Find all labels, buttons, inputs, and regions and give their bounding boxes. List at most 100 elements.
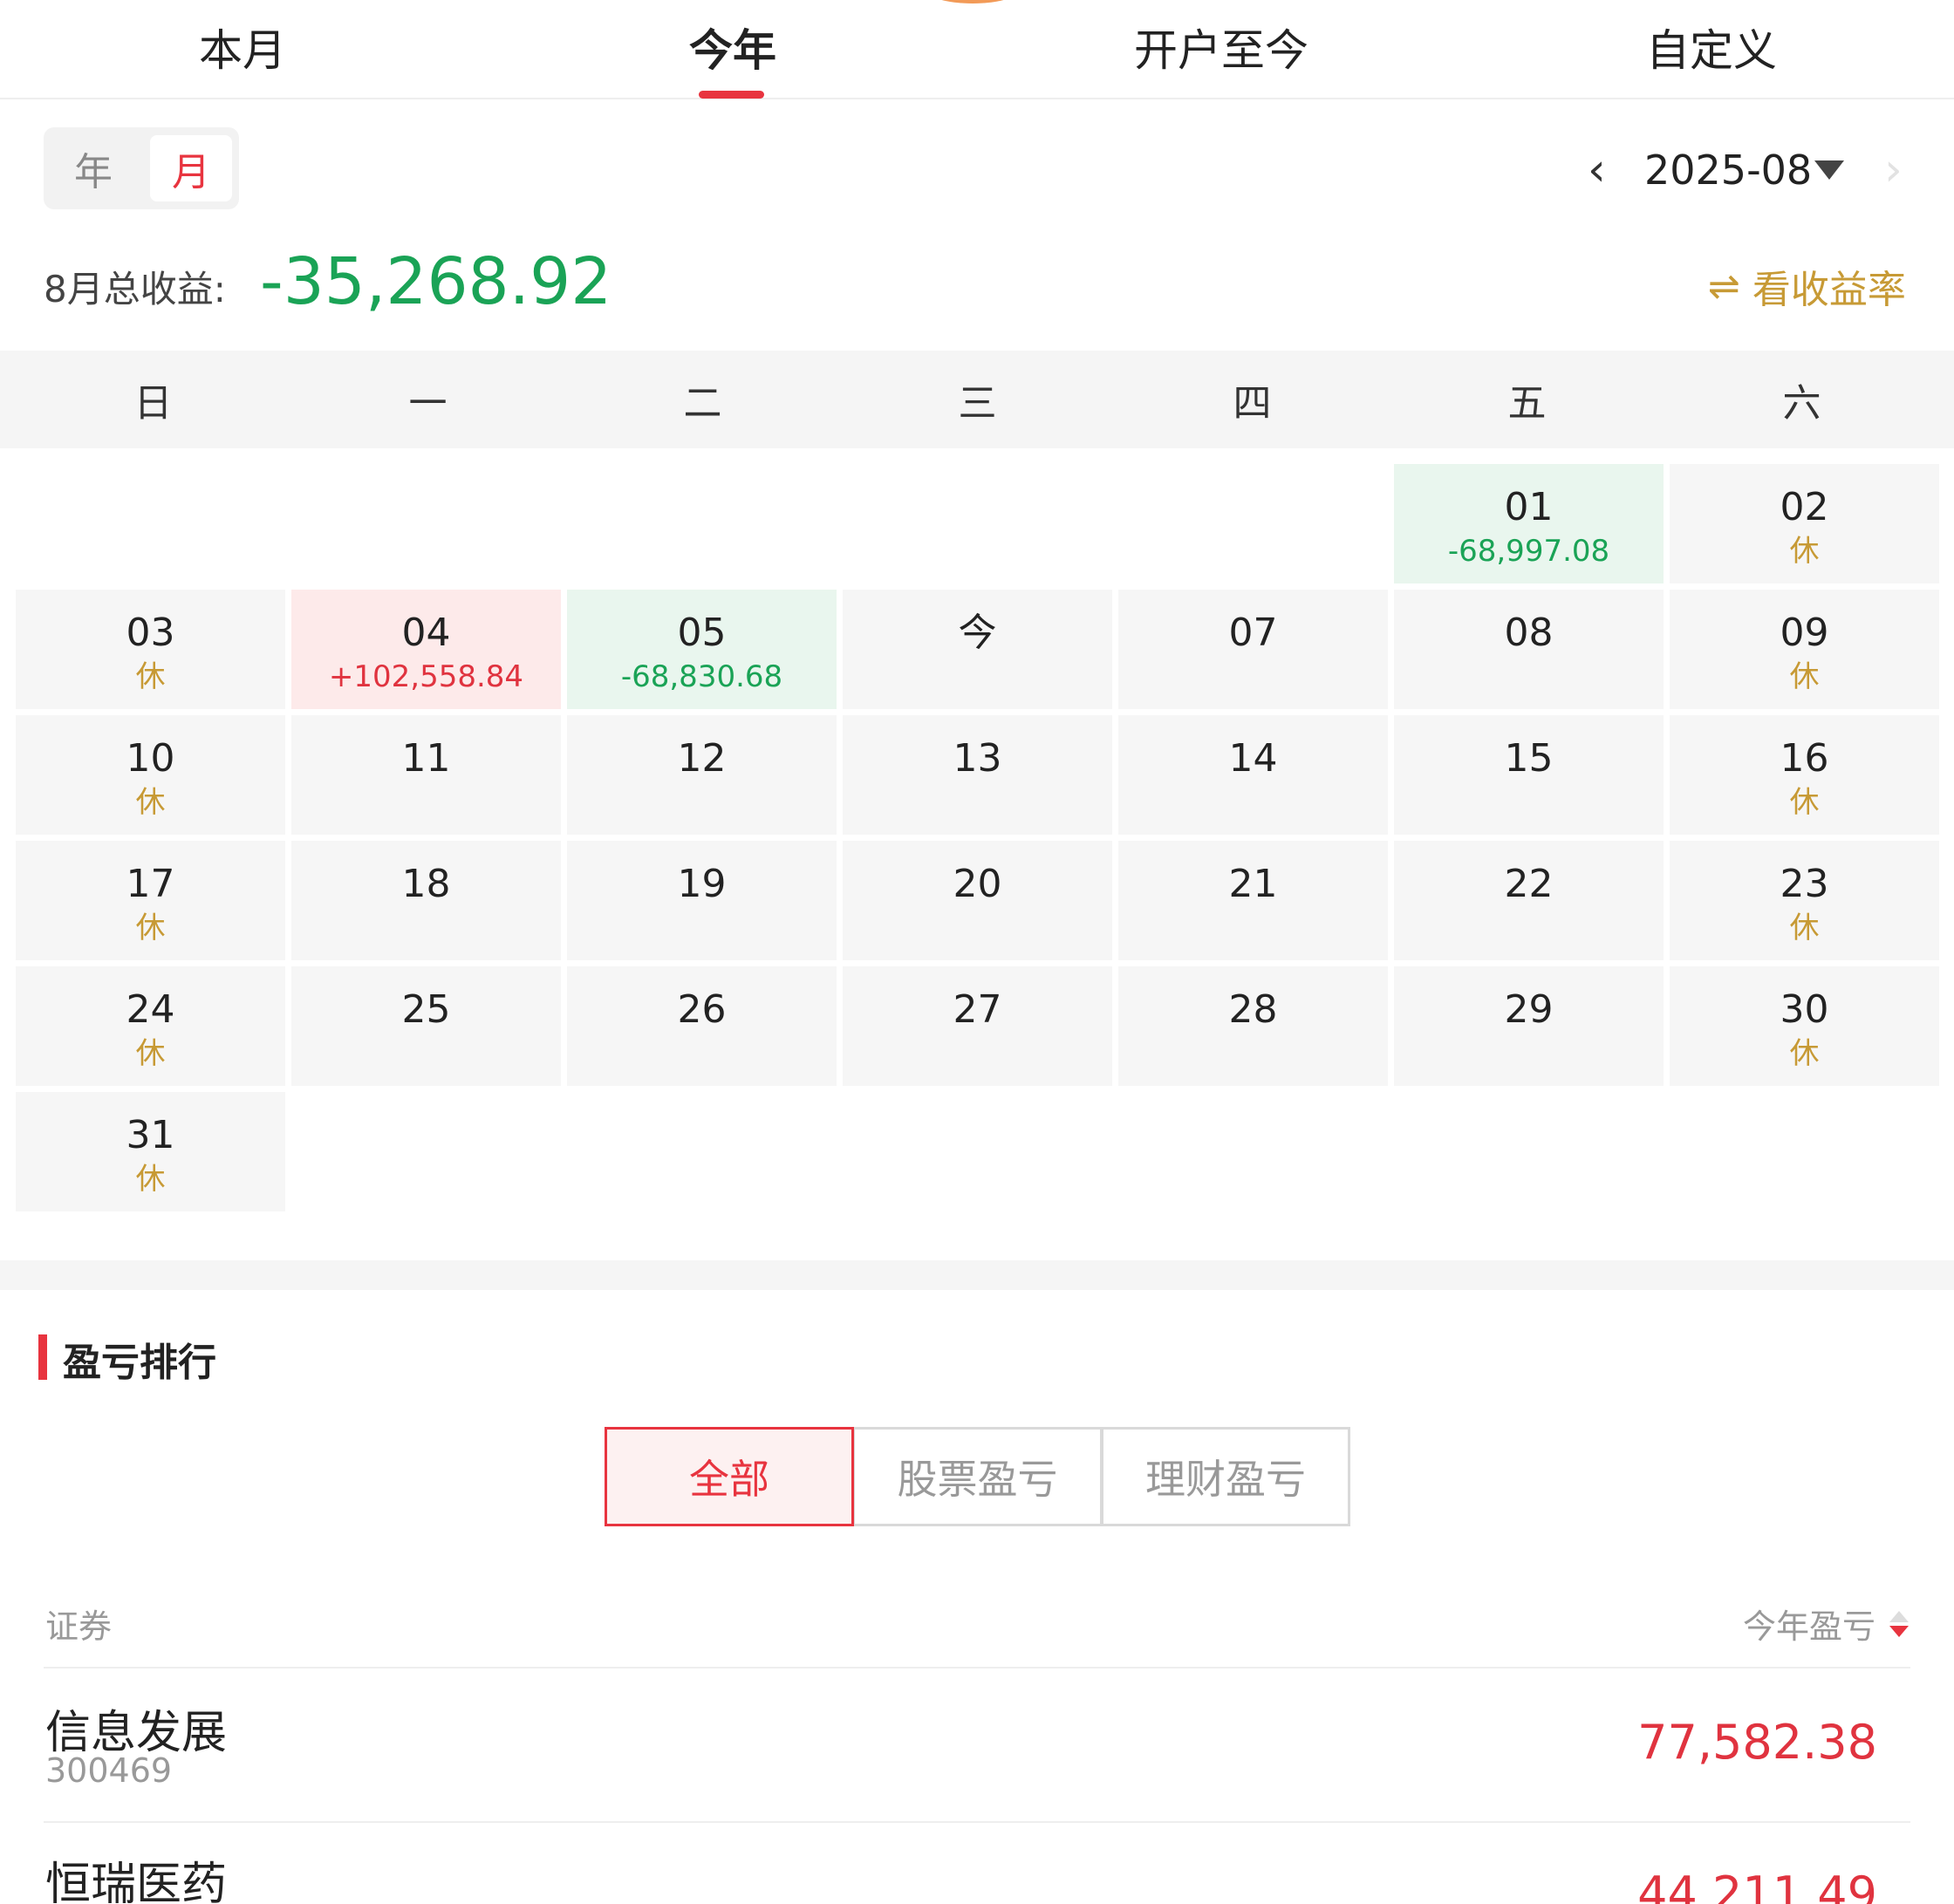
calendar-day[interactable]: 12	[567, 715, 837, 835]
weekday-label: 四	[1233, 381, 1272, 426]
day-number: 31	[126, 1113, 175, 1157]
calendar-day[interactable]: 15	[1394, 715, 1664, 835]
calendar-day[interactable]: 31 休	[16, 1092, 285, 1211]
weekday-label: 一	[408, 381, 448, 426]
app-root: 本月 今年 开户至今 自定义 年 月 ‹ 2025-08 › 8月总收益: -3…	[0, 0, 1954, 1904]
calendar-day[interactable]: 17 休	[16, 841, 285, 960]
calendar-day[interactable]: 今	[843, 590, 1112, 709]
calendar-day[interactable]: 10 休	[16, 715, 285, 835]
ranking-title: 盈亏排行	[63, 1341, 216, 1385]
calendar-day[interactable]: 22	[1394, 841, 1664, 960]
prev-month-icon[interactable]: ‹	[1588, 140, 1631, 201]
calendar-day[interactable]: 25	[291, 966, 561, 1086]
calendar-day[interactable]: 18	[291, 841, 561, 960]
list-divider	[44, 1667, 1910, 1669]
section-accent-bar	[38, 1334, 47, 1380]
calendar-day[interactable]: 16 休	[1670, 715, 1939, 835]
calendar-day[interactable]: 26	[567, 966, 837, 1086]
rest-day-label: 休	[135, 911, 166, 945]
day-pnl-value: +102,558.84	[328, 659, 524, 694]
day-number: 22	[1504, 862, 1554, 906]
day-number: 26	[677, 987, 727, 1032]
security-code: 300469	[45, 1751, 173, 1790]
rest-day-label: 休	[135, 1036, 166, 1071]
column-security: 证券	[45, 1607, 113, 1646]
rest-day-label: 休	[1789, 534, 1820, 569]
day-number: 17	[126, 862, 175, 906]
calendar-grid: 01 -68,997.08 02 休 03 休 04 +102,558.84 05 -68,830…	[0, 464, 1954, 1214]
day-number: 13	[953, 736, 1002, 781]
day-number: 07	[1228, 611, 1278, 655]
calendar-day[interactable]: 02 休	[1670, 464, 1939, 583]
swap-icon: ⇌	[1708, 263, 1740, 309]
calendar-day[interactable]: 03 休	[16, 590, 285, 709]
day-number: 02	[1780, 485, 1829, 529]
calendar-day[interactable]: 01 -68,997.08	[1394, 464, 1664, 583]
security-name[interactable]: 恒瑞医药	[45, 1847, 227, 1904]
day-pnl-value: -68,830.68	[620, 659, 783, 694]
day-number: 09	[1780, 611, 1829, 655]
day-number: 01	[1504, 485, 1554, 529]
calendar-day[interactable]: 14	[1118, 715, 1388, 835]
calendar-day[interactable]: 28	[1118, 966, 1388, 1086]
tab-since-opening[interactable]: 开户至今	[1134, 0, 1308, 98]
segment-all[interactable]: 全部	[605, 1427, 854, 1526]
calendar-day[interactable]: 27	[843, 966, 1112, 1086]
weekday-label: 五	[1507, 381, 1547, 426]
calendar-day[interactable]: 09 休	[1670, 590, 1939, 709]
month-total-label: 8月总收益:	[44, 268, 226, 311]
day-number: 24	[126, 987, 175, 1032]
calendar-day[interactable]: 23 休	[1670, 841, 1939, 960]
section-divider	[0, 1260, 1954, 1290]
calendar-day[interactable]: 05 -68,830.68	[567, 590, 837, 709]
segment-stock-pnl[interactable]: 股票盈亏	[852, 1427, 1103, 1526]
day-number: 今	[958, 611, 997, 655]
view-return-rate-button[interactable]: ⇌ 看收益率	[1708, 258, 1906, 314]
segment-wealth-pnl[interactable]: 理财盈亏	[1101, 1427, 1350, 1526]
rest-day-label: 休	[135, 659, 166, 694]
calendar-day[interactable]: 07	[1118, 590, 1388, 709]
calendar-day[interactable]: 29	[1394, 966, 1664, 1086]
day-pnl-value: -68,997.08	[1447, 534, 1610, 569]
day-number: 23	[1780, 862, 1829, 906]
day-number: 28	[1228, 987, 1278, 1032]
month-selector[interactable]: 2025-08	[1644, 140, 1812, 201]
calendar-day[interactable]: 11	[291, 715, 561, 835]
toggle-month[interactable]: 月	[150, 135, 232, 201]
day-number: 04	[401, 611, 451, 655]
toggle-year[interactable]: 年	[52, 135, 134, 201]
day-number: 10	[126, 736, 175, 781]
security-pnl-value: 44,211.49	[1637, 1866, 1877, 1904]
tab-this-month[interactable]: 本月	[199, 0, 286, 98]
caret-down-icon[interactable]	[1814, 160, 1844, 180]
weekday-label: 二	[683, 381, 722, 426]
security-pnl-value: 77,582.38	[1637, 1715, 1877, 1770]
day-number: 15	[1504, 736, 1554, 781]
year-month-toggle: 年 月	[44, 127, 239, 209]
weekday-label: 三	[958, 381, 997, 426]
calendar-day[interactable]: 20	[843, 841, 1112, 960]
day-number: 11	[401, 736, 451, 781]
calendar-day[interactable]: 24 休	[16, 966, 285, 1086]
calendar-day[interactable]: 30 休	[1670, 966, 1939, 1086]
calendar-day[interactable]: 08	[1394, 590, 1664, 709]
tab-custom[interactable]: 自定义	[1646, 0, 1777, 98]
next-month-icon[interactable]: ›	[1884, 140, 1928, 201]
period-tabs: 本月 今年 开户至今 自定义	[0, 0, 1954, 99]
day-number: 19	[677, 862, 727, 906]
rest-day-label: 休	[135, 785, 166, 820]
column-year-pnl-label: 今年盈亏	[1742, 1607, 1875, 1646]
tab-this-year[interactable]: 今年	[689, 0, 776, 98]
view-return-rate-label: 看收益率	[1752, 268, 1906, 312]
floating-orange-shape	[925, 0, 1021, 3]
column-year-pnl-sort[interactable]: 今年盈亏	[1743, 1600, 1909, 1648]
calendar-day[interactable]: 04 +102,558.84	[291, 590, 561, 709]
calendar-day[interactable]: 13	[843, 715, 1112, 835]
month-total-value: -35,268.92	[260, 244, 612, 319]
day-number: 27	[953, 987, 1002, 1032]
day-number: 16	[1780, 736, 1829, 781]
calendar-day[interactable]: 21	[1118, 841, 1388, 960]
calendar-day[interactable]: 19	[567, 841, 837, 960]
rest-day-label: 休	[1789, 911, 1820, 945]
day-number: 30	[1780, 987, 1829, 1032]
